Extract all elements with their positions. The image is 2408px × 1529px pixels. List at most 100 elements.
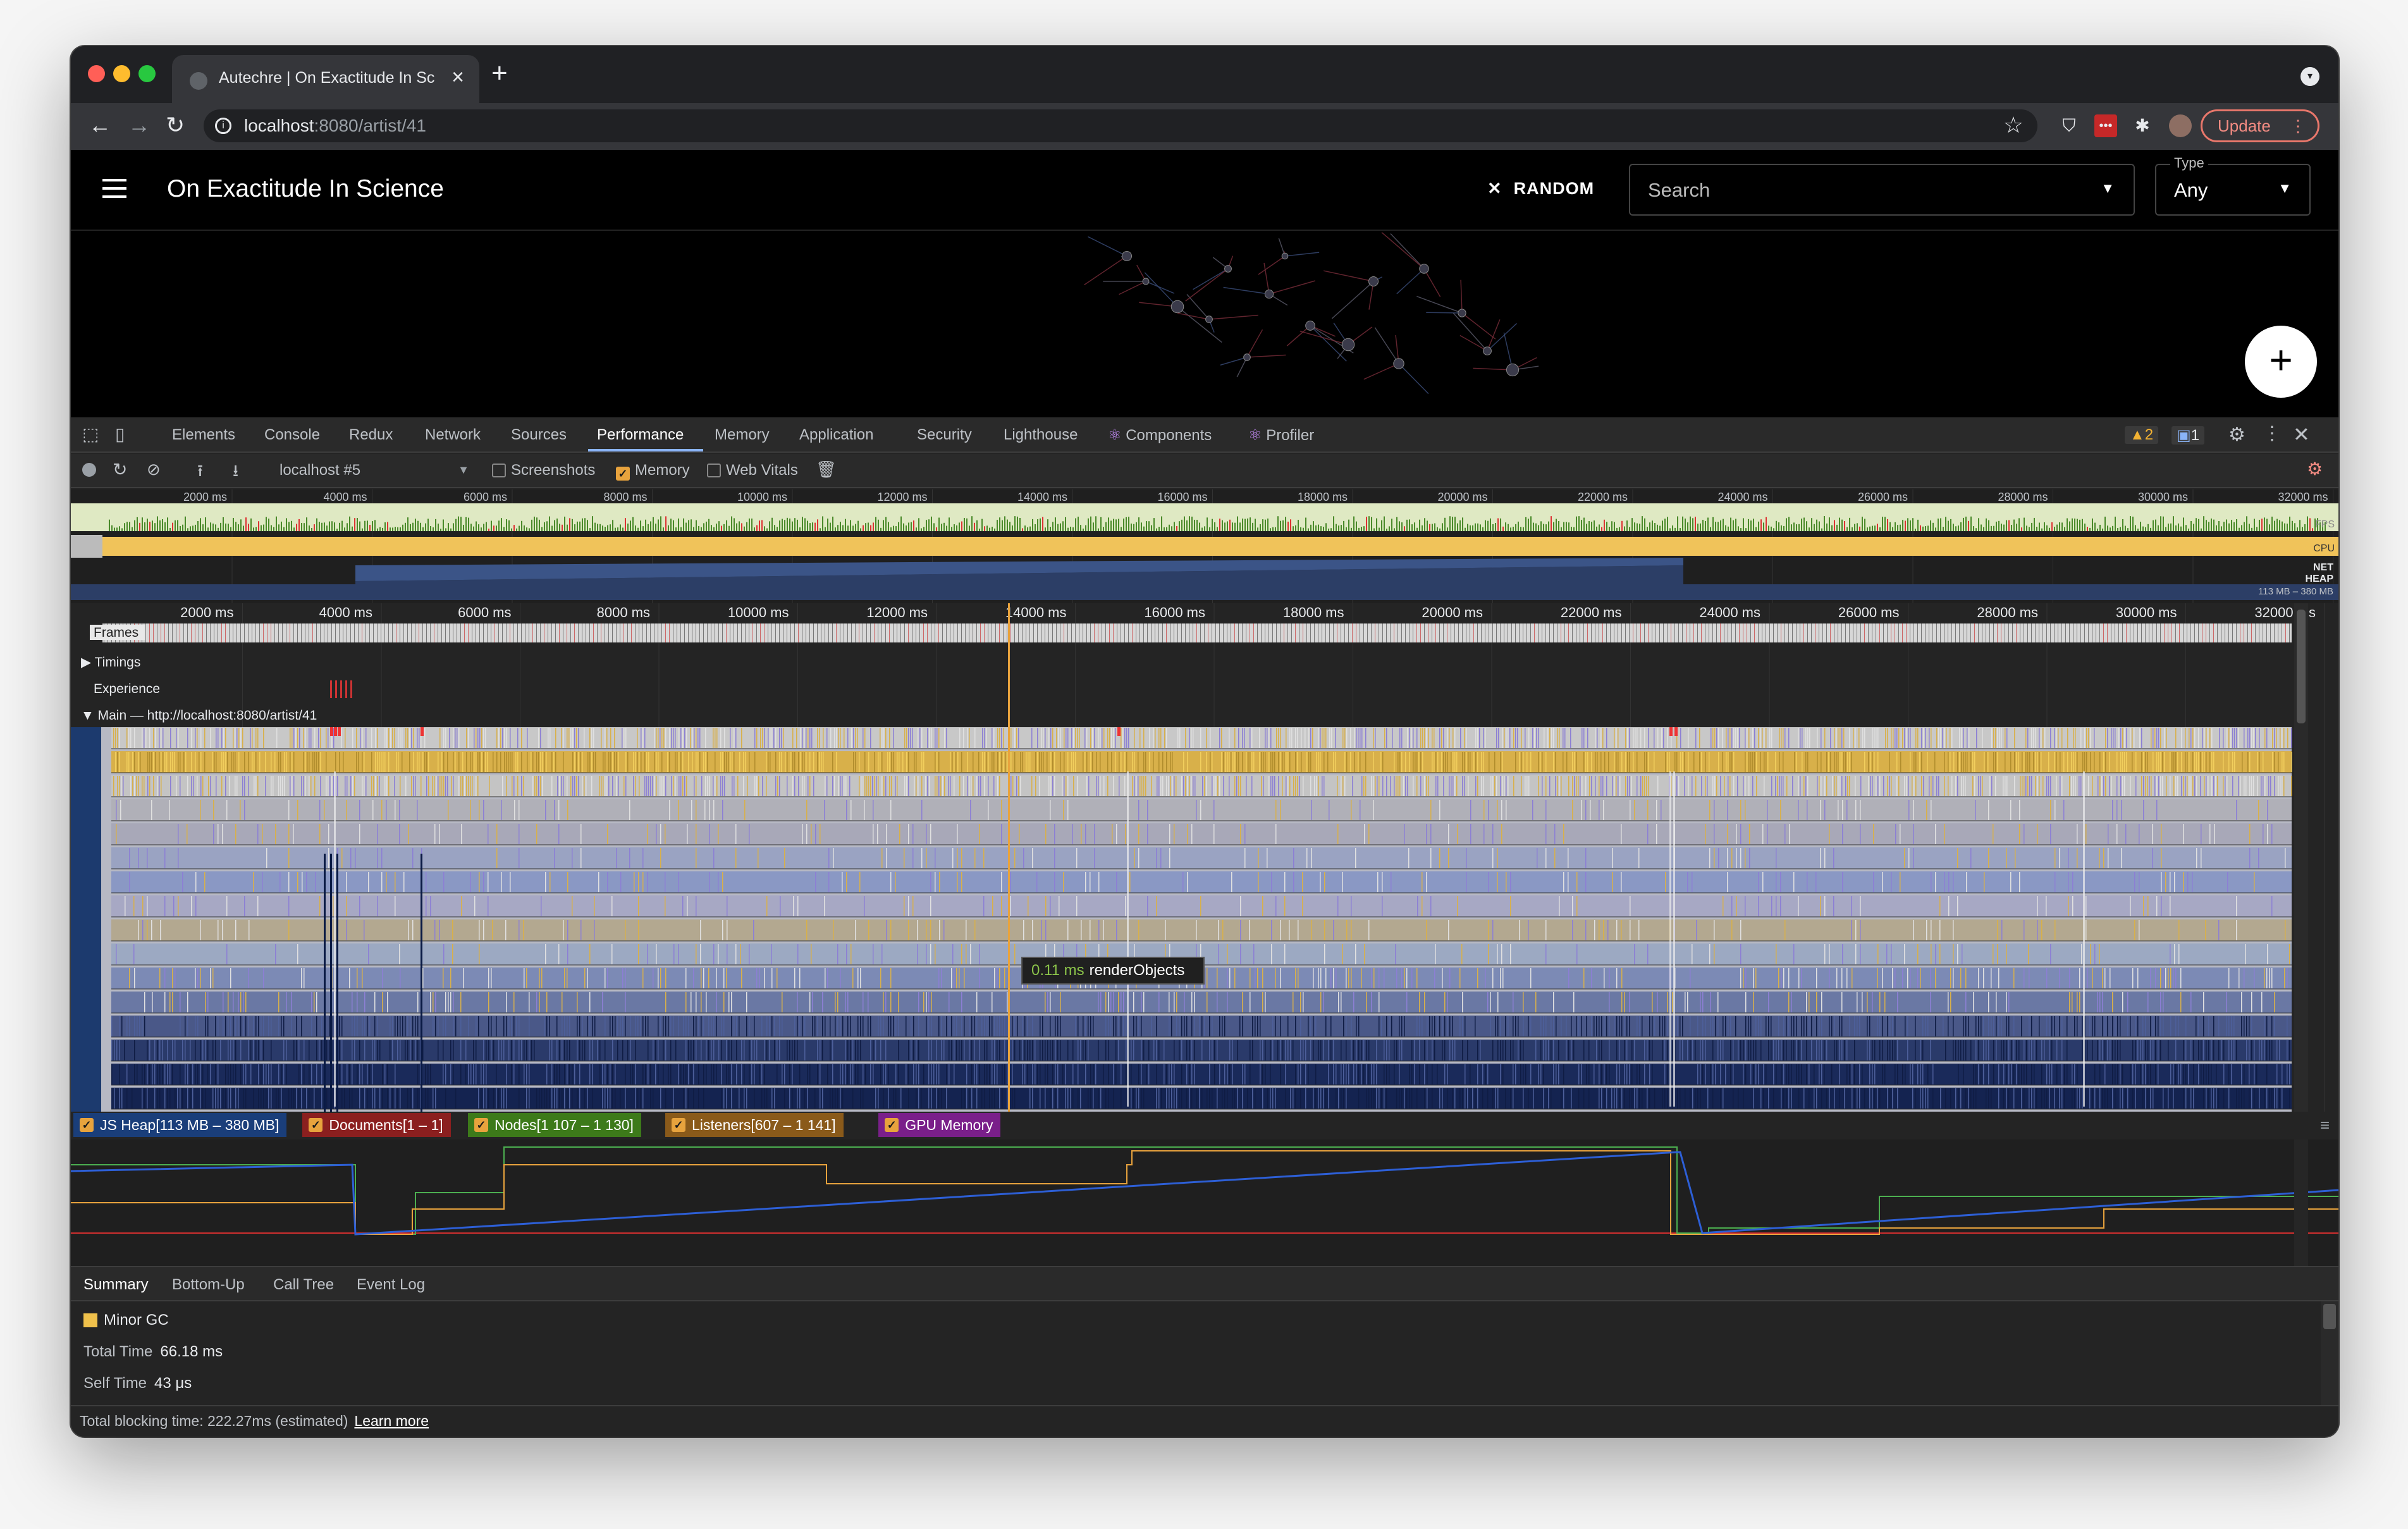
overview-tick: 32000 ms: [2278, 491, 2328, 503]
close-icon[interactable]: ✕: [2293, 422, 2310, 446]
ruler-tick: 28000 ms: [1977, 605, 2038, 620]
search-input[interactable]: Search ▼: [1629, 164, 2135, 216]
performance-toolbar: ↻ ⊘ ⭱ ⭳ localhost #5 ▼ Screenshots ✓ Memor…: [71, 454, 2338, 488]
svg-text:NET: NET: [2313, 562, 2333, 573]
new-tab-button[interactable]: +: [491, 58, 508, 89]
active-tab-indicator: [588, 449, 703, 451]
tab-bottom-up[interactable]: Bottom-Up: [172, 1276, 245, 1294]
warnings-badge[interactable]: ▲2: [2125, 426, 2159, 444]
legend-menu-icon[interactable]: ≡: [2320, 1115, 2330, 1135]
download-icon[interactable]: ⭳: [233, 459, 238, 487]
legend-checkbox[interactable]: ✓: [80, 1118, 94, 1132]
timeline-overview[interactable]: 2000 ms 4000 ms 6000 ms 8000 ms 10000 ms 1200…: [71, 489, 2338, 603]
gear-icon[interactable]: ⚙: [2228, 424, 2245, 446]
back-icon[interactable]: ←: [89, 112, 111, 138]
add-fab-button[interactable]: +: [2245, 326, 2317, 398]
hamburger-icon[interactable]: [102, 179, 126, 204]
tab-memory[interactable]: Memory: [715, 426, 770, 444]
legend-checkbox[interactable]: ✓: [672, 1118, 685, 1132]
close-tab-icon[interactable]: ×: [452, 65, 464, 90]
tab-lighthouse[interactable]: Lighthouse: [1004, 426, 1078, 444]
tab-search-icon[interactable]: ▾: [2300, 67, 2319, 86]
capture-settings-icon[interactable]: ⚙: [2307, 458, 2323, 479]
upload-icon[interactable]: ⭱: [197, 459, 203, 487]
more-icon[interactable]: ⋮: [2263, 422, 2282, 445]
avatar[interactable]: [2169, 114, 2192, 137]
device-icon[interactable]: ▯: [115, 424, 125, 445]
address-bar[interactable]: i localhost:8080/artist/41 ☆: [204, 109, 2037, 142]
extension-icon[interactable]: ✱: [2131, 114, 2154, 137]
legend-item[interactable]: ✓ Listeners[607 – 1 141]: [665, 1113, 844, 1137]
devtools-panel: ⬚ ▯ ▲2 ▣1 ⚙ ⋮ ✕ Elements Console Redux Netw…: [71, 417, 2338, 1437]
maximize-window-button[interactable]: [138, 65, 156, 82]
close-window-button[interactable]: [88, 65, 105, 82]
tab-elements[interactable]: Elements: [172, 426, 235, 444]
tab-components[interactable]: ⚛ Components: [1108, 426, 1212, 445]
memory-chart[interactable]: [71, 1139, 2338, 1266]
tab-network[interactable]: Network: [425, 426, 481, 444]
webvitals-checkbox[interactable]: Web Vitals: [707, 462, 798, 479]
memory-checkbox[interactable]: ✓ Memory: [616, 462, 690, 481]
legend-checkbox[interactable]: ✓: [309, 1118, 323, 1132]
profile-select[interactable]: localhost #5 ▼: [280, 462, 469, 479]
random-button[interactable]: ✕ RANDOM: [1487, 179, 1594, 199]
browser-tab[interactable]: Autechre | On Exactitude In Sc ×: [172, 55, 479, 103]
chevron-down-icon: ▼: [2101, 180, 2115, 196]
artist-graph[interactable]: [1019, 231, 1576, 417]
legend-checkbox[interactable]: ✓: [474, 1118, 488, 1132]
tab-event-log[interactable]: Event Log: [357, 1276, 425, 1294]
tab-call-tree[interactable]: Call Tree: [273, 1276, 334, 1294]
svg-text:▶ Timings: ▶ Timings: [81, 655, 140, 670]
record-icon[interactable]: [82, 463, 96, 477]
tab-redux[interactable]: Redux: [349, 426, 393, 444]
ruler-tick: 4000 ms: [319, 605, 372, 620]
tab-summary[interactable]: Summary: [83, 1276, 149, 1294]
overview-tick: 8000 ms: [603, 491, 647, 503]
ruler-tick: 12000 ms: [866, 605, 928, 620]
reload-icon[interactable]: ↻: [113, 459, 127, 480]
tab-console[interactable]: Console: [264, 426, 320, 444]
ruler-tick: 20000 ms: [1422, 605, 1483, 620]
learn-more-link[interactable]: Learn more: [354, 1413, 429, 1429]
ruler-tick: 26000 ms: [1838, 605, 1900, 620]
tab-sources[interactable]: Sources: [511, 426, 567, 444]
legend-item[interactable]: ✓ JS Heap[113 MB – 380 MB]: [73, 1113, 287, 1137]
legend-item[interactable]: ✓ Nodes[1 107 – 1 130]: [468, 1113, 641, 1137]
screenshots-checkbox[interactable]: Screenshots: [492, 462, 595, 479]
svg-text:Frames: Frames: [94, 625, 138, 640]
site-info-icon[interactable]: i: [215, 118, 231, 134]
category-swatch: [83, 1313, 97, 1327]
svg-text:▼ Main — http://localhost:8080: ▼ Main — http://localhost:8080/artist/41: [81, 708, 317, 723]
star-icon[interactable]: ☆: [2003, 112, 2024, 138]
tab-strip: Autechre | On Exactitude In Sc × + ▾: [71, 46, 2338, 103]
ruler-tick: 2000 ms: [180, 605, 233, 620]
tab-performance[interactable]: Performance: [597, 426, 684, 444]
legend-checkbox[interactable]: ✓: [885, 1118, 899, 1132]
tab-application[interactable]: Application: [799, 426, 873, 444]
tab-profiler[interactable]: ⚛ Profiler: [1248, 426, 1314, 445]
trash-icon[interactable]: 🗑: [816, 460, 837, 479]
reload-page-icon[interactable]: ↻: [166, 112, 185, 138]
overview-tick: 6000 ms: [464, 491, 507, 503]
ruler-tick: 10000 ms: [728, 605, 789, 620]
overview-tick: 18000 ms: [1298, 491, 1348, 503]
favicon-icon: [190, 72, 207, 90]
forward-icon[interactable]: →: [128, 112, 150, 138]
update-button[interactable]: Update ⋮: [2201, 109, 2319, 142]
inspect-icon[interactable]: ⬚: [82, 424, 99, 445]
flame-chart[interactable]: 2000 ms 4000 ms 6000 ms 8000 ms 10000 ms 1200…: [71, 603, 2338, 1113]
ruler-tick: 16000 ms: [1144, 605, 1205, 620]
minimize-window-button[interactable]: [113, 65, 130, 82]
type-select[interactable]: Type Any ▼: [2155, 155, 2311, 216]
clear-icon[interactable]: ⊘: [147, 460, 161, 479]
ruler-tick: 8000 ms: [597, 605, 650, 620]
scrollbar[interactable]: [2321, 1301, 2338, 1405]
shield-extension-icon[interactable]: ⛉: [2058, 114, 2080, 137]
messages-badge[interactable]: ▣1: [2172, 426, 2205, 445]
legend-item[interactable]: ✓ GPU Memory: [878, 1113, 1001, 1137]
legend-item[interactable]: ✓ Documents[1 – 1]: [302, 1113, 451, 1137]
browser-window: Autechre | On Exactitude In Sc × + ▾ ← →…: [71, 46, 2338, 1437]
tab-security[interactable]: Security: [917, 426, 972, 444]
extension-red-icon[interactable]: •••: [2094, 114, 2117, 137]
tab-title: Autechre | On Exactitude In Sc: [219, 69, 435, 87]
